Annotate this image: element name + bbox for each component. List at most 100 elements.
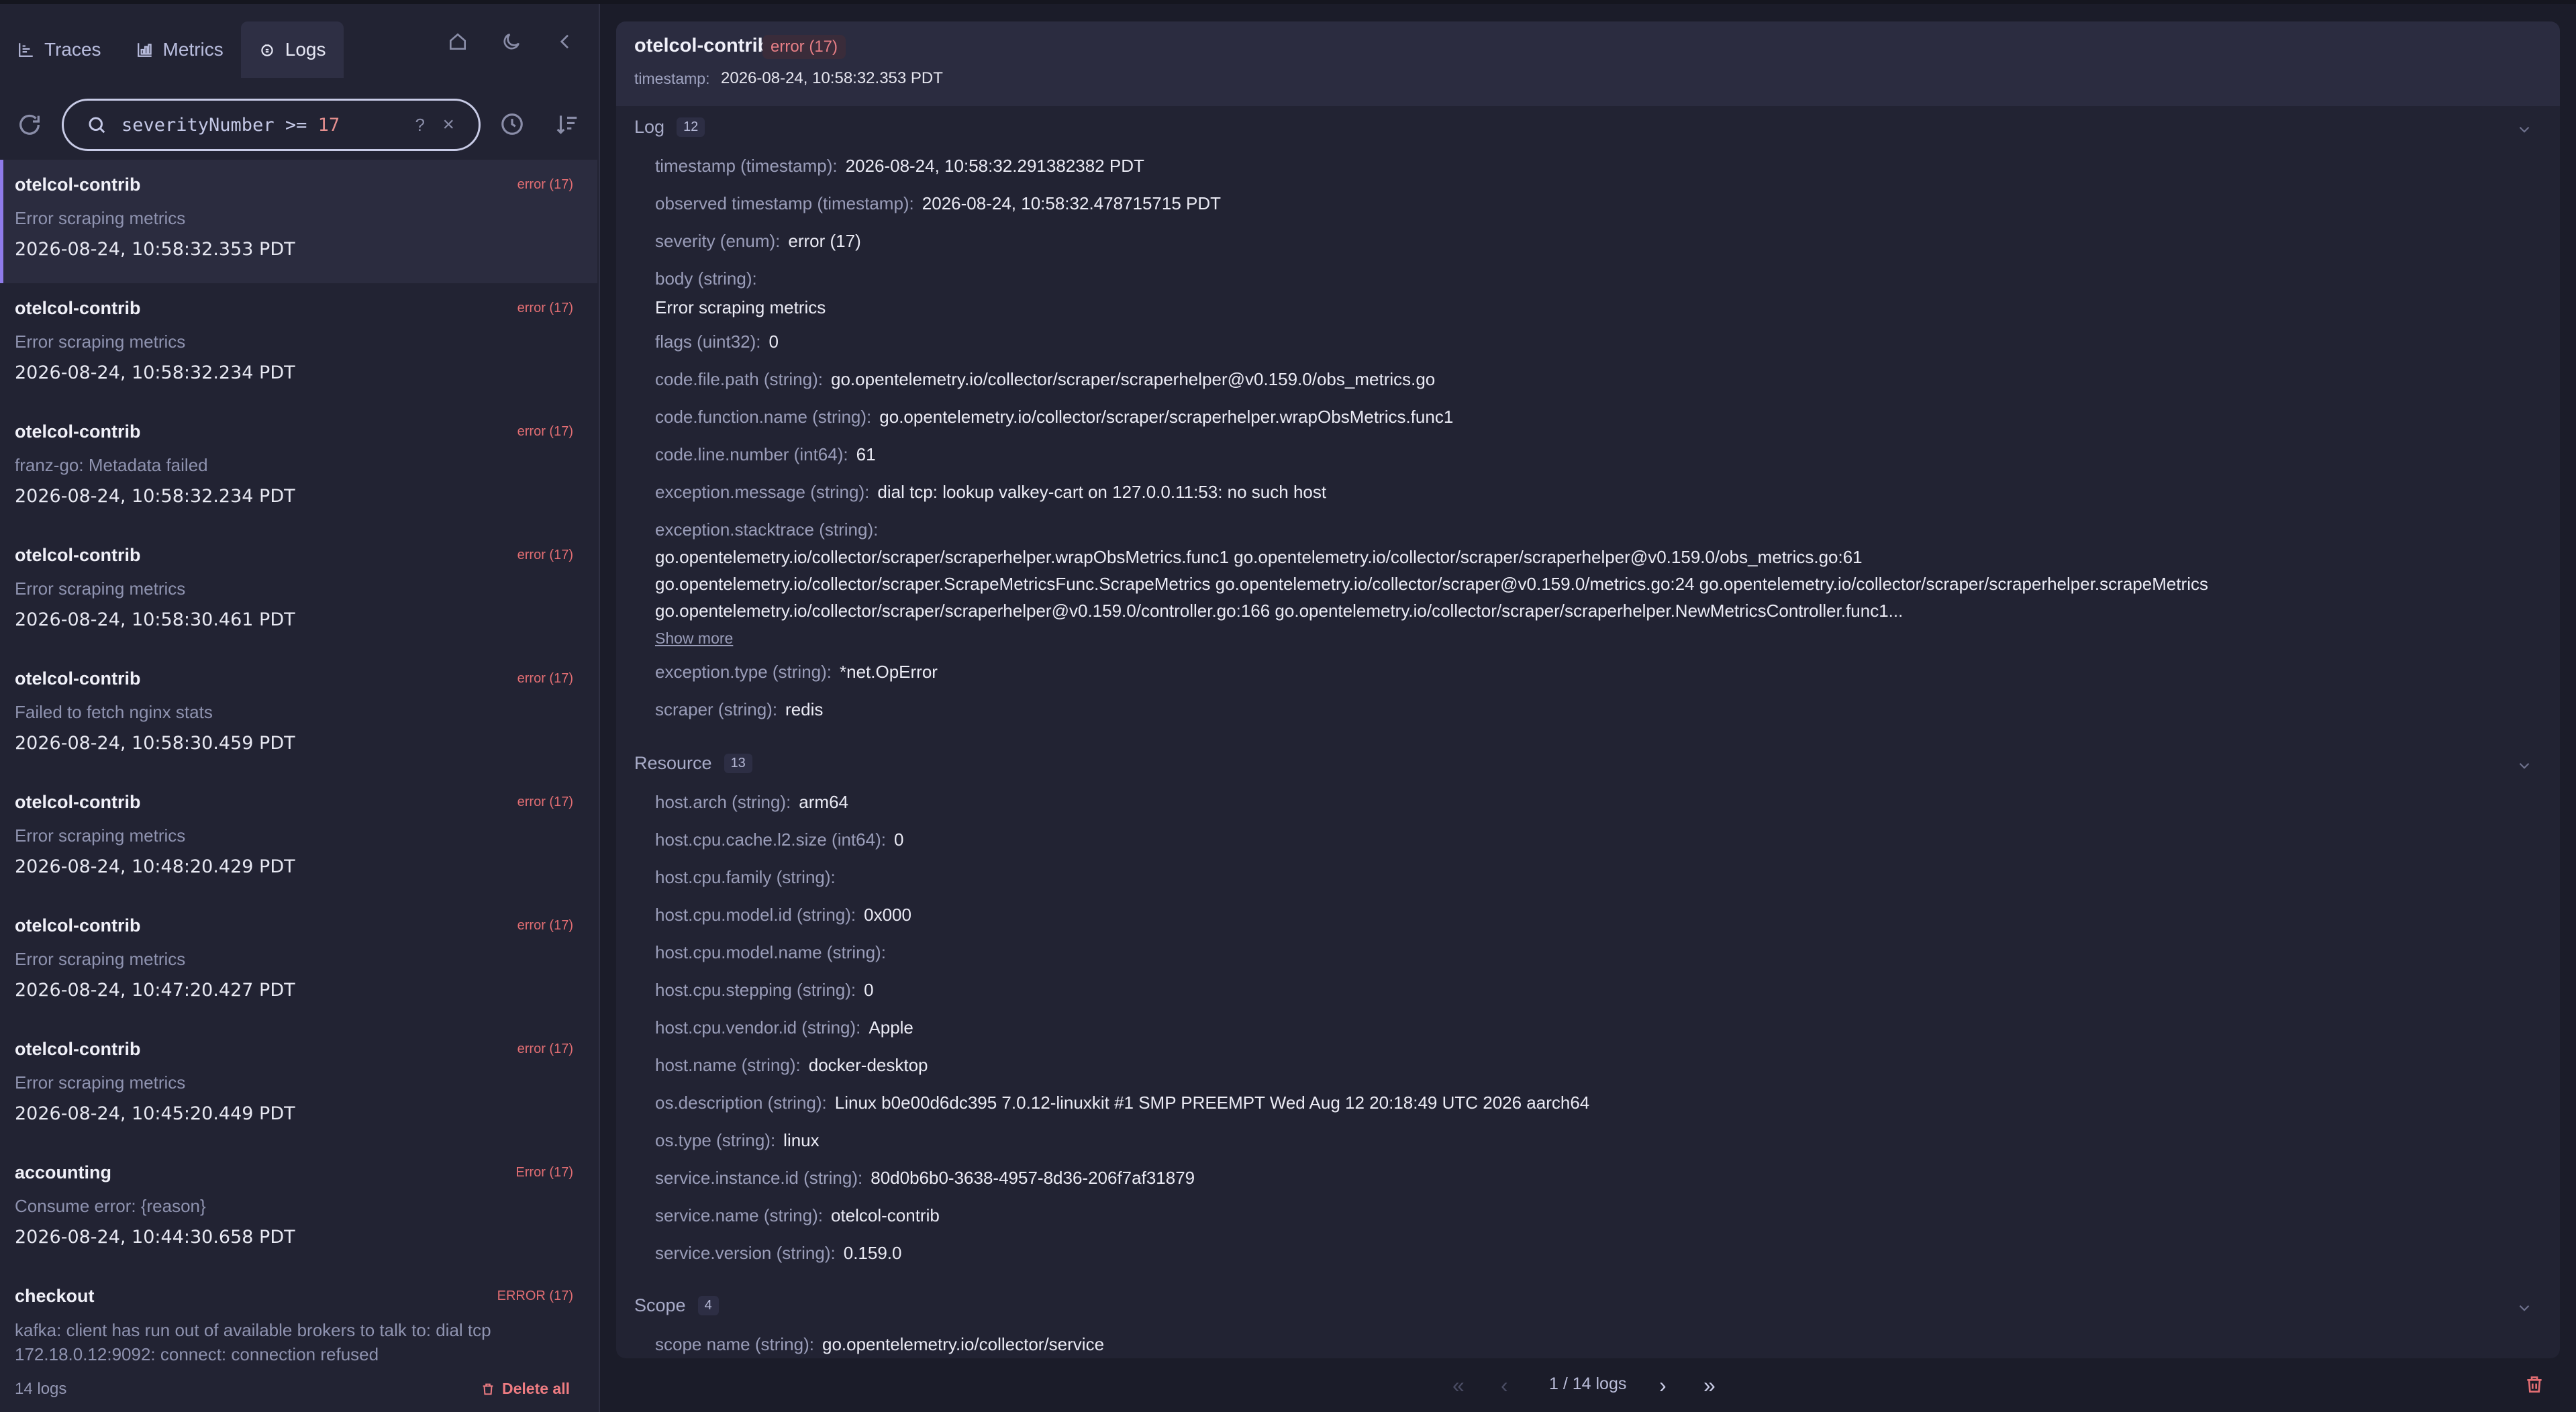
attr-value: 0.159.0 <box>843 1243 902 1263</box>
log-timestamp: 2026-08-24, 10:58:30.459 PDT <box>15 733 295 754</box>
moon-icon[interactable] <box>499 30 524 54</box>
log-service: checkout <box>15 1286 95 1306</box>
log-timestamp: 2026-08-24, 10:58:30.461 PDT <box>15 609 295 630</box>
tab-traces[interactable]: Traces <box>0 21 119 78</box>
log-message: Error scraping metrics <box>15 578 186 599</box>
trash-icon[interactable] <box>2524 1373 2545 1396</box>
attr-row: os.description (string): Linux b0e00d6dc3… <box>655 1093 1589 1113</box>
bar-chart-icon <box>137 43 152 57</box>
attr-row: service.name (string): otelcol-contrib <box>655 1205 940 1226</box>
attr-key: code.function.name (string): <box>655 407 872 427</box>
search-query-number: 17 <box>317 114 340 136</box>
first-page-icon[interactable]: « <box>1452 1373 1465 1398</box>
log-severity-badge: ERROR (17) <box>497 1289 573 1303</box>
top-icon-group <box>446 30 577 54</box>
chart-icon <box>19 43 33 57</box>
attr-value: 0x000 <box>864 905 911 925</box>
log-detail-panel: otelcol-contrib error (17) timestamp: 20… <box>616 21 2560 1358</box>
section-scope-title: Scope <box>634 1295 686 1315</box>
attr-row: scraper (string): redis <box>655 699 823 720</box>
attr-row: scope name (string): go.opentelemetry.io/… <box>655 1334 1104 1355</box>
prev-page-icon[interactable]: ‹ <box>1501 1373 1508 1398</box>
attr-value: 0 <box>893 829 904 850</box>
logs-icon <box>261 44 273 56</box>
tab-logs[interactable]: Logs <box>240 21 344 78</box>
tab-metrics[interactable]: Metrics <box>119 21 241 78</box>
attr-key: body (string): <box>655 268 757 289</box>
attr-value: docker-desktop <box>808 1055 928 1075</box>
attr-row: body (string): <box>655 268 757 289</box>
log-item[interactable]: otelcol-contrib error (17) Error scrapin… <box>0 1024 597 1148</box>
attr-value: go.opentelemetry.io/collector/service <box>822 1334 1105 1354</box>
attr-key: exception.message (string): <box>655 482 870 502</box>
attr-row: host.cpu.family (string): <box>655 867 836 888</box>
delete-all-button[interactable]: Delete all <box>481 1380 570 1398</box>
log-severity-badge: Error (17) <box>515 1165 573 1180</box>
log-message: Consume error: {reason} <box>15 1196 206 1216</box>
attr-row: exception.stacktrace (string): <box>655 519 878 540</box>
attr-row: exception.message (string): dial tcp: loo… <box>655 482 1326 503</box>
page-indicator: 1 / 14 logs <box>1549 1374 1627 1393</box>
attr-value: 61 <box>856 444 876 464</box>
attr-key: scope name (string): <box>655 1334 814 1354</box>
chevron-left-icon[interactable] <box>553 30 577 54</box>
next-page-icon[interactable]: › <box>1659 1373 1667 1398</box>
log-item[interactable]: otelcol-contrib error (17) Error scrapin… <box>0 901 597 1024</box>
attr-value: 2026-08-24, 10:58:32.478715715 PDT <box>922 193 1222 213</box>
attr-value: 2026-08-24, 10:58:32.291382382 PDT <box>845 156 1144 176</box>
chevron-down-icon[interactable] <box>2516 1299 2533 1317</box>
attr-key: exception.stacktrace (string): <box>655 519 879 540</box>
home-icon[interactable] <box>446 30 470 54</box>
sort-icon[interactable] <box>554 111 580 137</box>
log-item[interactable]: otelcol-contrib error (17) Failed to fet… <box>0 654 597 777</box>
search-input[interactable]: severityNumber >= 17 ? × <box>62 99 481 151</box>
chevron-down-icon[interactable] <box>2516 121 2533 138</box>
attr-key: service.version (string): <box>655 1243 836 1263</box>
chevron-down-icon[interactable] <box>2516 757 2533 774</box>
log-item[interactable]: otelcol-contrib error (17) Error scrapin… <box>0 777 597 901</box>
section-resource-header[interactable]: Resource 13 <box>634 753 752 774</box>
attr-row: code.line.number (int64): 61 <box>655 444 876 465</box>
stacktrace-line: go.opentelemetry.io/collector/scraper.Sc… <box>655 574 2208 594</box>
section-log-header[interactable]: Log 12 <box>634 117 705 138</box>
search-query: severityNumber >= 17 <box>121 115 340 136</box>
attr-key: host.cpu.model.id (string): <box>655 905 856 925</box>
attr-value: 80d0b6b0-3638-4957-8d36-206f7af31879 <box>871 1168 1195 1188</box>
show-more-link[interactable]: Show more <box>655 629 733 648</box>
section-log-count: 12 <box>677 117 705 137</box>
attr-key: code.line.number (int64): <box>655 444 848 464</box>
log-item[interactable]: checkout ERROR (17) kafka: client has ru… <box>0 1271 597 1395</box>
attr-row: observed timestamp (timestamp): 2026-08-2… <box>655 193 1221 214</box>
attr-key: host.cpu.model.name (string): <box>655 942 886 962</box>
last-page-icon[interactable]: » <box>1703 1373 1716 1398</box>
help-icon[interactable]: ? <box>415 115 425 136</box>
refresh-icon[interactable] <box>16 111 43 138</box>
log-item[interactable]: otelcol-contrib error (17) franz-go: Met… <box>0 407 597 530</box>
section-scope-header[interactable]: Scope 4 <box>634 1295 719 1316</box>
attr-row: host.cpu.model.id (string): 0x000 <box>655 905 911 925</box>
attr-value: error (17) <box>788 231 861 251</box>
attr-row: host.name (string): docker-desktop <box>655 1055 928 1076</box>
log-severity-badge: error (17) <box>517 424 573 439</box>
attr-row: service.version (string): 0.159.0 <box>655 1243 901 1264</box>
log-item[interactable]: otelcol-contrib error (17) Error scrapin… <box>0 283 597 407</box>
history-icon[interactable] <box>499 111 525 137</box>
log-item[interactable]: otelcol-contrib error (17) Error scrapin… <box>0 530 597 654</box>
clear-icon[interactable]: × <box>442 113 454 136</box>
log-item[interactable]: accounting Error (17) Consume error: {re… <box>0 1148 597 1271</box>
attr-row: host.cpu.model.name (string): <box>655 942 886 963</box>
tab-metrics-label: Metrics <box>162 39 224 60</box>
log-timestamp: 2026-08-24, 10:48:20.429 PDT <box>15 856 295 877</box>
attr-row: os.type (string): linux <box>655 1130 820 1151</box>
attr-row: host.cpu.stepping (string): 0 <box>655 980 874 1001</box>
log-service: otelcol-contrib <box>15 174 141 195</box>
pagination: « ‹ 1 / 14 logs › » <box>616 1369 2560 1403</box>
delete-all-label: Delete all <box>502 1380 570 1397</box>
log-severity-badge: error (17) <box>517 795 573 809</box>
log-message: Error scraping metrics <box>15 825 186 846</box>
log-item[interactable]: otelcol-contrib error (17) Error scrapin… <box>0 160 597 283</box>
tab-logs-label: Logs <box>285 39 326 60</box>
section-resource-count: 13 <box>724 754 752 773</box>
log-severity-badge: error (17) <box>517 177 573 192</box>
log-service: otelcol-contrib <box>15 545 141 565</box>
